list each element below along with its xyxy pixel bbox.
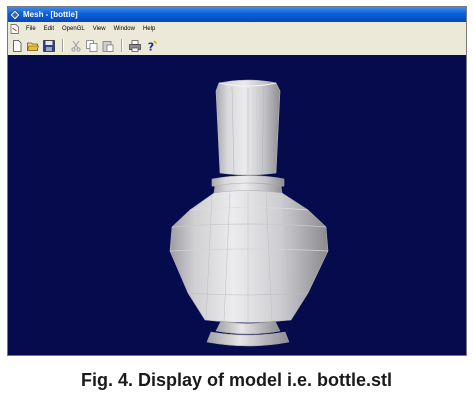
title-bar[interactable]: Mesh - [bottle]: [8, 7, 466, 22]
save-icon[interactable]: [42, 39, 56, 53]
open-icon[interactable]: [26, 39, 40, 53]
app-icon: [9, 9, 21, 20]
copy-icon[interactable]: [85, 39, 99, 53]
cut-icon[interactable]: [69, 39, 83, 53]
menu-view[interactable]: View: [89, 22, 110, 36]
menu-window[interactable]: Window: [110, 22, 139, 36]
menu-help[interactable]: Help: [139, 22, 159, 36]
print-icon[interactable]: [128, 39, 142, 53]
menu-file[interactable]: File: [22, 22, 40, 36]
window-title: Mesh - [bottle]: [23, 10, 78, 19]
menu-bar: File Edit OpenGL View Window Help: [8, 22, 466, 36]
menu-opengl[interactable]: OpenGL: [58, 22, 89, 36]
toolbar: ?: [8, 36, 466, 56]
paste-icon[interactable]: [101, 39, 115, 53]
document-icon: [10, 24, 19, 34]
figure-caption: Fig. 4. Display of model i.e. bottle.stl: [80, 370, 393, 390]
opengl-viewport[interactable]: [8, 55, 466, 355]
bottle-model: [169, 79, 329, 347]
toolbar-separator: [121, 39, 122, 52]
toolbar-separator: [62, 39, 63, 52]
app-window: Mesh - [bottle] File Edit OpenGL View Wi…: [7, 6, 467, 356]
new-icon[interactable]: [10, 39, 24, 53]
svg-text:?: ?: [148, 40, 154, 52]
help-icon[interactable]: ?: [144, 39, 158, 53]
menu-edit[interactable]: Edit: [40, 22, 58, 36]
